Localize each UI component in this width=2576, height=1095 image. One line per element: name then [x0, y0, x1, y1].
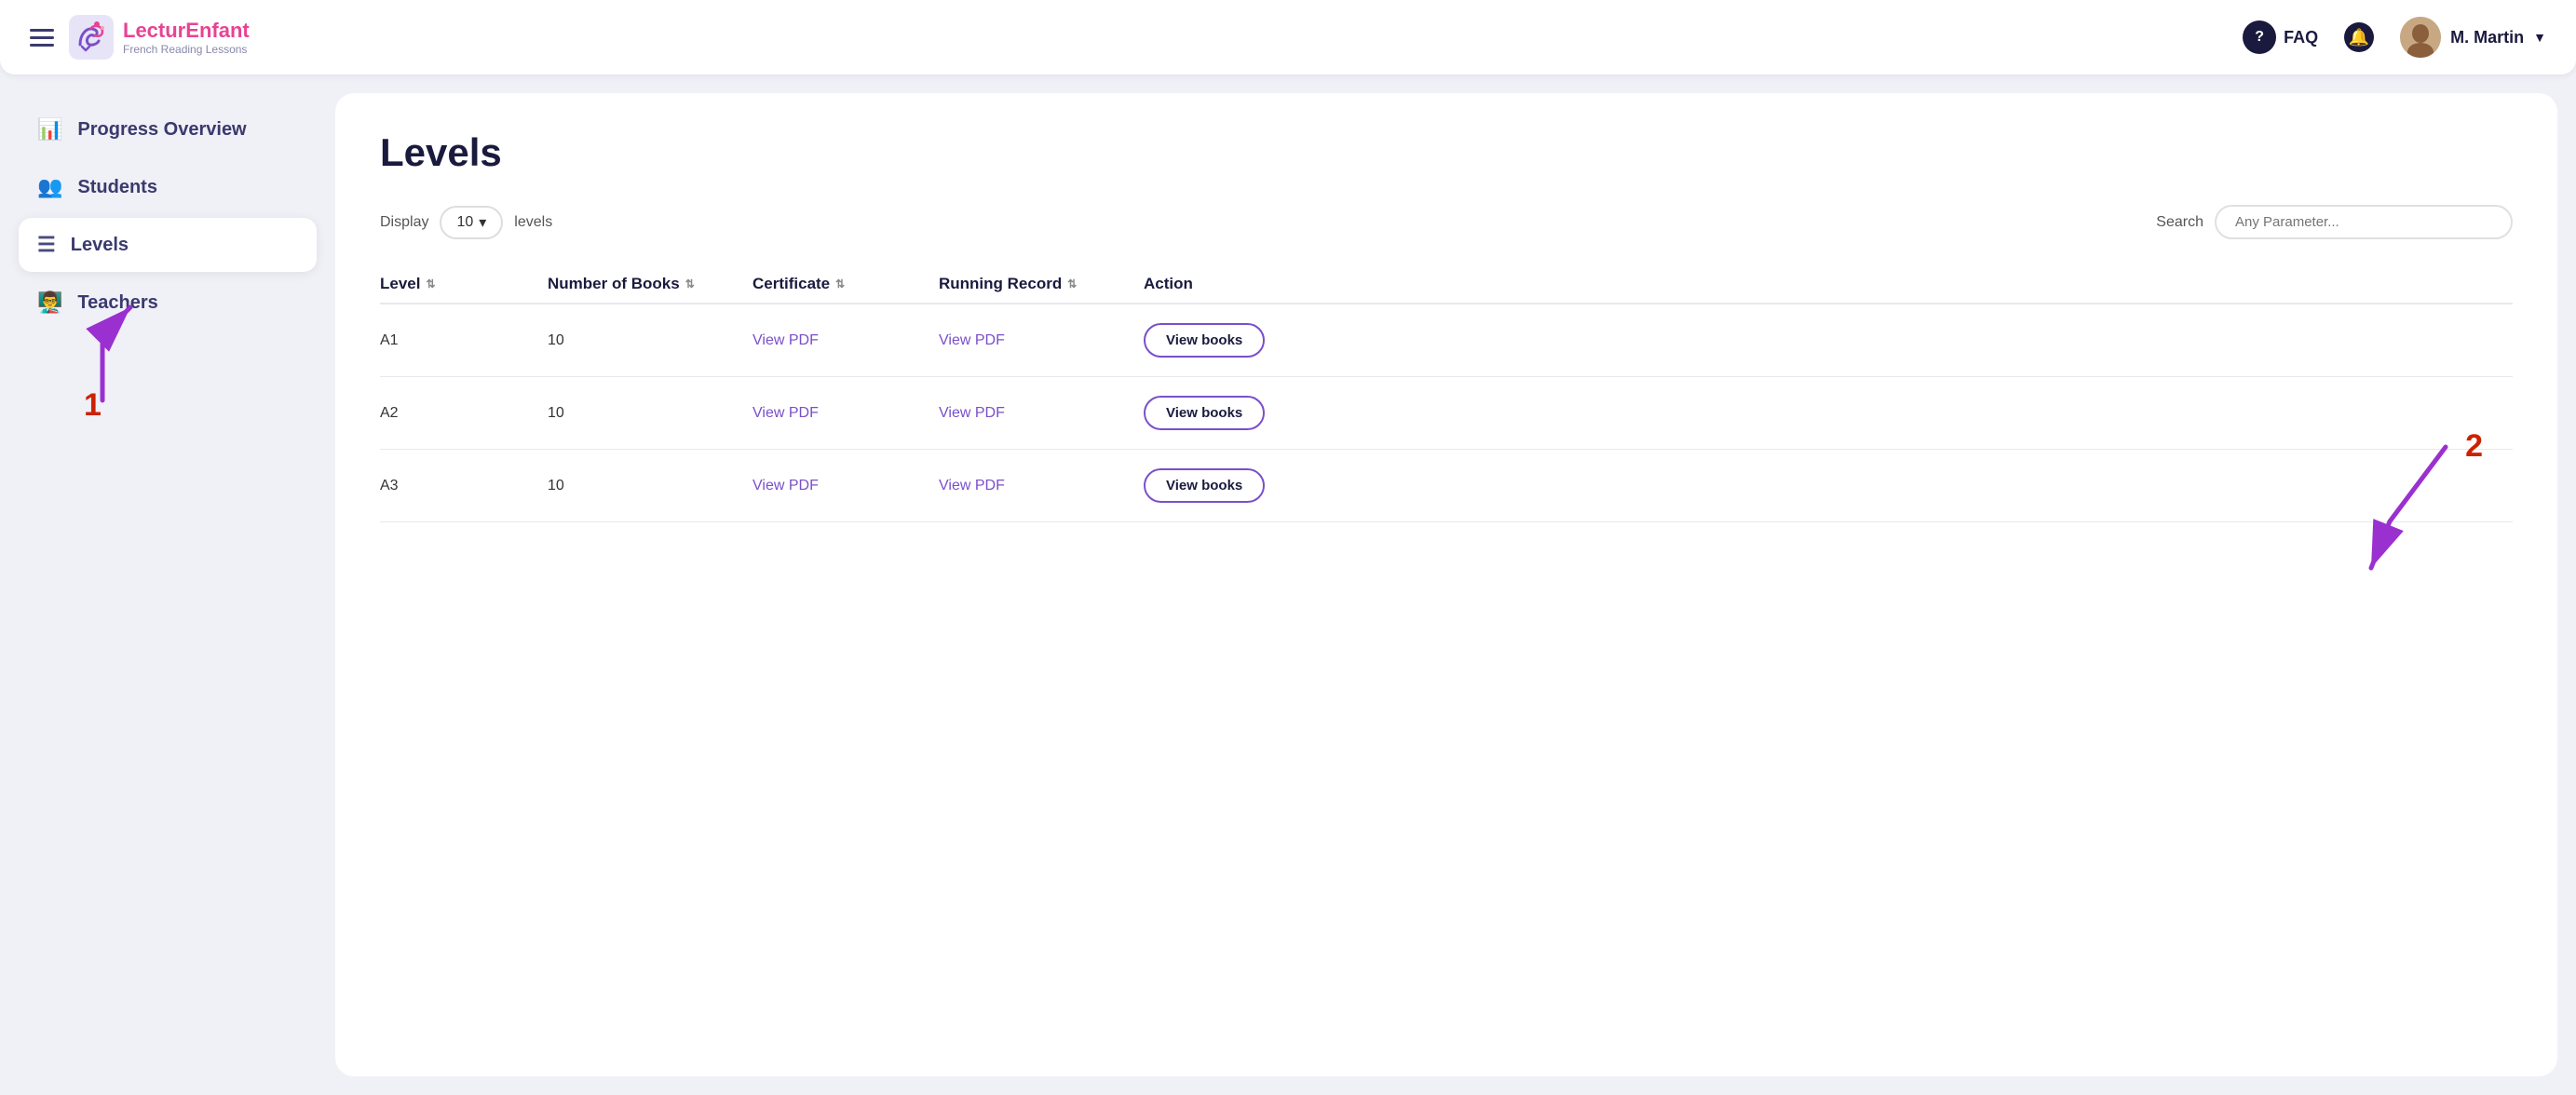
- table-row: A3 10 View PDF View PDF View books: [380, 450, 2513, 522]
- cell-action: View books: [1144, 323, 2513, 358]
- header-left: LecturEnfant French Reading Lessons: [30, 15, 2243, 60]
- table-header: Level ⇅ Number of Books ⇅ Certificate ⇅ …: [380, 265, 2513, 304]
- levels-label: levels: [514, 214, 552, 231]
- col-header-running-record: Running Record ⇅: [939, 275, 1144, 293]
- levels-icon: ☰: [37, 233, 56, 257]
- sidebar-item-teachers[interactable]: 👨‍🏫 Teachers: [19, 276, 317, 330]
- table-row: A2 10 View PDF View PDF View books: [380, 377, 2513, 450]
- teachers-icon: 👨‍🏫: [37, 291, 62, 315]
- cell-running-record: View PDF: [939, 405, 1144, 422]
- sidebar-item-label: Students: [77, 177, 157, 198]
- sidebar-item-label: Teachers: [77, 292, 157, 314]
- sort-icon-certificate[interactable]: ⇅: [835, 277, 845, 291]
- search-label: Search: [2156, 214, 2203, 231]
- logo-subtitle: French Reading Lessons: [123, 43, 250, 56]
- sidebar: 📊 Progress Overview 👥 Students ☰ Levels …: [19, 93, 317, 1076]
- main-layout: 📊 Progress Overview 👥 Students ☰ Levels …: [0, 74, 2576, 1095]
- cell-level: A1: [380, 332, 548, 349]
- col-header-action: Action: [1144, 275, 2513, 293]
- sidebar-item-progress-overview[interactable]: 📊 Progress Overview: [19, 102, 317, 156]
- cell-level: A3: [380, 478, 548, 494]
- logo-area: LecturEnfant French Reading Lessons: [69, 15, 250, 60]
- sidebar-item-levels[interactable]: ☰ Levels: [19, 218, 317, 272]
- notification-bell[interactable]: 🔔: [2344, 22, 2374, 52]
- faq-label: FAQ: [2284, 28, 2318, 47]
- sidebar-item-label: Progress Overview: [77, 119, 246, 141]
- cell-num-books: 10: [548, 478, 752, 494]
- cell-action: View books: [1144, 396, 2513, 430]
- display-label: Display: [380, 214, 428, 231]
- cell-level: A2: [380, 405, 548, 422]
- avatar-image: [2400, 17, 2441, 58]
- logo-name: LecturEnfant: [123, 19, 250, 43]
- view-books-button[interactable]: View books: [1144, 323, 1265, 358]
- cell-certificate: View PDF: [752, 405, 939, 422]
- hamburger-menu[interactable]: [30, 29, 54, 47]
- running-record-link[interactable]: View PDF: [939, 405, 1005, 421]
- logo-icon: [69, 15, 114, 60]
- app-header: LecturEnfant French Reading Lessons ? FA…: [0, 0, 2576, 74]
- search-input[interactable]: [2215, 205, 2513, 239]
- col-header-certificate: Certificate ⇅: [752, 275, 939, 293]
- students-icon: 👥: [37, 175, 62, 199]
- logo-text: LecturEnfant French Reading Lessons: [123, 19, 250, 56]
- cell-num-books: 10: [548, 405, 752, 422]
- display-area: Display 10 ▾ levels: [380, 206, 552, 239]
- faq-button[interactable]: ? FAQ: [2243, 20, 2318, 54]
- col-header-num-books: Number of Books ⇅: [548, 275, 752, 293]
- display-value: 10: [456, 214, 473, 231]
- table-row: A1 10 View PDF View PDF View books: [380, 304, 2513, 377]
- header-right: ? FAQ 🔔 M. Martin ▼: [2243, 17, 2546, 58]
- toolbar: Display 10 ▾ levels Search: [380, 205, 2513, 239]
- cell-num-books: 10: [548, 332, 752, 349]
- running-record-link[interactable]: View PDF: [939, 478, 1005, 493]
- view-books-button[interactable]: View books: [1144, 396, 1265, 430]
- sidebar-item-label: Levels: [71, 235, 129, 256]
- display-chevron-icon: ▾: [479, 213, 486, 232]
- user-name: M. Martin: [2450, 28, 2524, 47]
- cell-running-record: View PDF: [939, 478, 1144, 494]
- certificate-link[interactable]: View PDF: [752, 405, 819, 421]
- chevron-down-icon: ▼: [2533, 30, 2546, 45]
- sidebar-item-students[interactable]: 👥 Students: [19, 160, 317, 214]
- sort-icon-level[interactable]: ⇅: [426, 277, 435, 291]
- cell-action: View books: [1144, 468, 2513, 503]
- page-title: Levels: [380, 130, 2513, 175]
- faq-icon: ?: [2243, 20, 2276, 54]
- avatar: [2400, 17, 2441, 58]
- certificate-link[interactable]: View PDF: [752, 478, 819, 493]
- col-header-level: Level ⇅: [380, 275, 548, 293]
- running-record-link[interactable]: View PDF: [939, 332, 1005, 348]
- sort-icon-num-books[interactable]: ⇅: [685, 277, 695, 291]
- sort-icon-running-record[interactable]: ⇅: [1067, 277, 1077, 291]
- cell-certificate: View PDF: [752, 332, 939, 349]
- cell-certificate: View PDF: [752, 478, 939, 494]
- levels-table: Level ⇅ Number of Books ⇅ Certificate ⇅ …: [380, 265, 2513, 522]
- user-menu[interactable]: M. Martin ▼: [2400, 17, 2546, 58]
- view-books-button[interactable]: View books: [1144, 468, 1265, 503]
- search-area: Search: [2156, 205, 2513, 239]
- certificate-link[interactable]: View PDF: [752, 332, 819, 348]
- display-select[interactable]: 10 ▾: [440, 206, 503, 239]
- cell-running-record: View PDF: [939, 332, 1144, 349]
- annotation-1-number: 1: [84, 387, 102, 424]
- main-content: Levels Display 10 ▾ levels Search Level: [335, 93, 2557, 1076]
- progress-icon: 📊: [37, 117, 62, 142]
